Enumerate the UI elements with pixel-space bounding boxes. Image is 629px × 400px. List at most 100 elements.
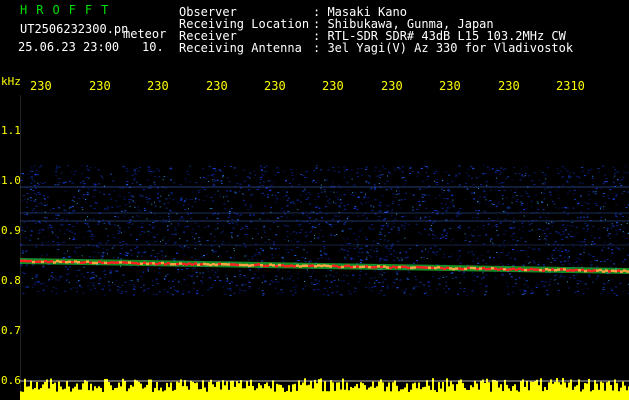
noise-pixel	[523, 176, 526, 178]
noise-floor-column	[30, 380, 32, 400]
noise-pixel	[220, 232, 223, 234]
noise-highlight	[524, 175, 526, 177]
noise-highlight	[78, 190, 79, 192]
signal-segment	[359, 265, 362, 269]
noise-pixel	[34, 200, 37, 202]
noise-pixel	[74, 209, 77, 211]
noise-pixel	[152, 222, 155, 224]
noise-pixel	[542, 230, 545, 232]
noise-pixel	[99, 191, 102, 193]
noise-floor-column	[366, 389, 368, 400]
noise-pixel	[337, 171, 340, 173]
noise-pixel	[255, 249, 258, 251]
noise-pixel	[297, 278, 300, 280]
noise-floor-column	[230, 380, 232, 400]
noise-pixel	[566, 252, 569, 254]
signal-segment	[560, 268, 563, 271]
noise-pixel	[242, 199, 245, 201]
noise-pixel	[496, 226, 499, 228]
noise-pixel	[244, 290, 247, 292]
noise-floor-column	[344, 389, 346, 400]
noise-pixel	[42, 266, 45, 268]
noise-pixel	[250, 194, 253, 196]
noise-pixel	[521, 223, 524, 225]
noise-pixel	[66, 229, 69, 230]
noise-pixel	[311, 227, 314, 229]
noise-pixel	[61, 275, 64, 277]
noise-pixel	[21, 271, 24, 273]
noise-floor-column	[162, 391, 164, 400]
signal-segment	[623, 269, 626, 272]
noise-floor-column	[264, 384, 266, 400]
noise-pixel	[270, 180, 273, 182]
signal-segment	[479, 267, 482, 270]
noise-pixel	[169, 166, 172, 168]
noise-pixel	[543, 192, 545, 194]
signal-segment	[365, 265, 368, 268]
noise-pixel	[62, 205, 65, 206]
noise-pixel	[427, 175, 430, 177]
noise-pixel	[251, 193, 254, 195]
noise-pixel	[478, 210, 480, 212]
noise-floor-column	[620, 387, 622, 400]
noise-pixel	[586, 216, 589, 218]
noise-pixel	[377, 219, 380, 221]
noise-pixel	[320, 229, 323, 231]
noise-pixel	[66, 279, 68, 281]
signal-segment	[398, 265, 401, 269]
noise-pixel	[213, 185, 216, 186]
noise-pixel	[578, 182, 581, 184]
noise-pixel	[505, 197, 508, 199]
noise-floor-column	[132, 386, 134, 400]
noise-pixel	[73, 251, 76, 252]
signal-segment	[134, 261, 137, 265]
noise-pixel	[86, 168, 89, 170]
time-tick: 230	[322, 79, 344, 93]
noise-pixel	[42, 289, 45, 291]
noise-pixel	[505, 282, 508, 283]
noise-pixel	[239, 274, 242, 275]
noise-pixel	[299, 232, 302, 234]
noise-pixel	[206, 240, 209, 242]
noise-pixel	[379, 238, 382, 240]
noise-pixel	[297, 260, 300, 261]
noise-pixel	[287, 197, 290, 199]
signal-segment	[581, 268, 584, 272]
noise-pixel	[416, 208, 419, 210]
noise-pixel	[274, 287, 277, 289]
signal-segment	[482, 266, 485, 270]
noise-pixel	[476, 257, 479, 259]
noise-pixel	[212, 175, 215, 177]
noise-pixel	[406, 256, 409, 258]
noise-pixel	[342, 249, 345, 251]
noise-pixel	[506, 286, 509, 288]
noise-pixel	[230, 166, 232, 167]
noise-pixel	[276, 199, 279, 201]
noise-pixel	[281, 256, 284, 258]
noise-floor-column	[372, 381, 374, 400]
noise-highlight	[373, 206, 375, 208]
noise-pixel	[248, 286, 251, 287]
noise-pixel	[213, 168, 216, 170]
signal-segment	[320, 264, 323, 268]
noise-pixel	[30, 182, 33, 184]
noise-pixel	[347, 189, 350, 191]
noise-pixel	[76, 287, 78, 289]
noise-pixel	[357, 215, 360, 217]
noise-pixel	[555, 189, 558, 191]
noise-pixel	[275, 275, 278, 277]
noise-pixel	[190, 198, 193, 200]
noise-pixel	[277, 248, 280, 249]
noise-pixel	[579, 259, 582, 261]
noise-floor-column	[176, 381, 178, 400]
noise-floor-column	[280, 384, 282, 400]
noise-pixel	[168, 197, 171, 199]
noise-pixel	[238, 275, 241, 277]
noise-pixel	[158, 228, 161, 230]
noise-highlight	[167, 225, 168, 227]
noise-pixel	[229, 257, 232, 259]
noise-pixel	[350, 257, 353, 259]
signal-segment	[434, 266, 437, 270]
noise-pixel	[335, 272, 338, 274]
freq-tick: 0.7	[1, 324, 21, 337]
